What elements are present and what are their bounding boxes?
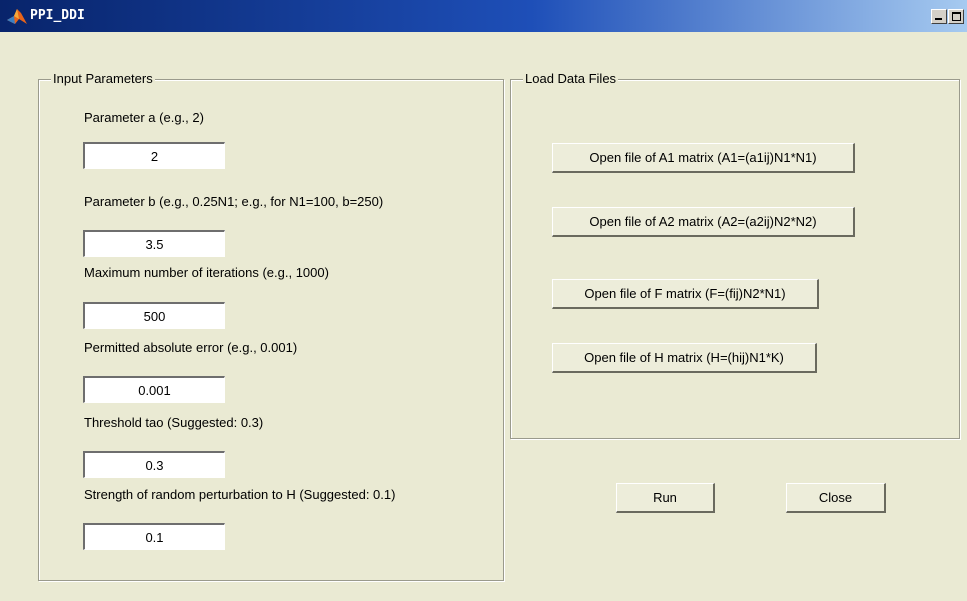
param-a-input[interactable] [83, 142, 225, 169]
threshold-tao-label: Threshold tao (Suggested: 0.3) [84, 415, 264, 430]
minimize-button[interactable] [931, 9, 947, 24]
title-bar: PPI_DDI [0, 0, 967, 32]
threshold-tao-input[interactable] [83, 451, 225, 478]
load-data-files-panel: Load Data Files Open file of A1 matrix (… [510, 71, 960, 439]
max-iterations-input[interactable] [83, 302, 225, 329]
param-a-label: Parameter a (e.g., 2) [84, 110, 204, 125]
maximize-button[interactable] [948, 9, 964, 24]
open-a1-matrix-button[interactable]: Open file of A1 matrix (A1=(a1ij)N1*N1) [552, 143, 855, 173]
max-iterations-label: Maximum number of iterations (e.g., 1000… [84, 265, 329, 280]
dialog-client-area: Input Parameters Parameter a (e.g., 2) P… [0, 32, 967, 601]
input-parameters-panel: Input Parameters Parameter a (e.g., 2) P… [38, 71, 504, 581]
abs-error-input[interactable] [83, 376, 225, 403]
panel-title: Load Data Files [523, 71, 619, 86]
param-b-input[interactable] [83, 230, 225, 257]
run-button[interactable]: Run [616, 483, 715, 513]
open-f-matrix-button[interactable]: Open file of F matrix (F=(fij)N2*N1) [552, 279, 819, 309]
close-button[interactable]: Close [786, 483, 886, 513]
matlab-logo-icon [7, 9, 27, 24]
param-b-label: Parameter b (e.g., 0.25N1; e.g., for N1=… [84, 194, 384, 209]
perturbation-input[interactable] [83, 523, 225, 550]
perturbation-label: Strength of random perturbation to H (Su… [84, 487, 396, 502]
window-title: PPI_DDI [30, 8, 85, 23]
open-a2-matrix-button[interactable]: Open file of A2 matrix (A2=(a2ij)N2*N2) [552, 207, 855, 237]
open-h-matrix-button[interactable]: Open file of H matrix (H=(hij)N1*K) [552, 343, 817, 373]
abs-error-label: Permitted absolute error (e.g., 0.001) [84, 340, 298, 355]
panel-title: Input Parameters [51, 71, 155, 86]
